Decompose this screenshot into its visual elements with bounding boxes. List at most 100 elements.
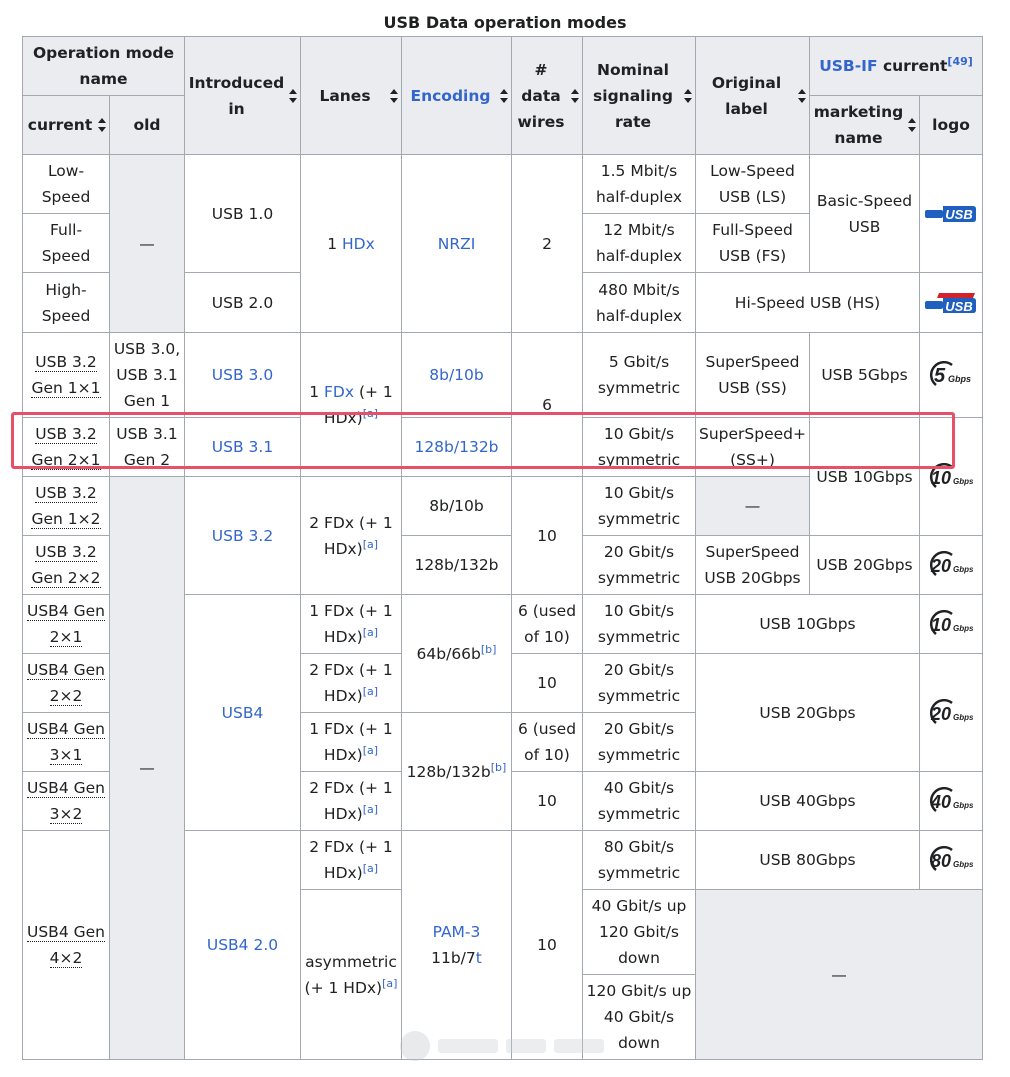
- watermark-logo-icon: [400, 1031, 430, 1061]
- usb32-link[interactable]: USB 3.2: [212, 527, 273, 545]
- usb4-link[interactable]: USB4: [222, 704, 264, 722]
- cell-rate: 20 Gbit/s symmetric: [582, 535, 696, 595]
- nrzi-link[interactable]: NRZI: [438, 235, 476, 253]
- cell-lanes: 2 FDx (+ 1 HDx)[a]: [300, 830, 402, 890]
- ref-b[interactable]: [b]: [491, 760, 507, 773]
- cell-logo: 20 Gbps: [919, 653, 983, 772]
- cell-rate: 80 Gbit/s symmetric: [582, 830, 696, 890]
- ref-a[interactable]: [a]: [382, 976, 397, 989]
- header-nominal-rate[interactable]: Nominal signaling rate: [582, 36, 696, 155]
- header-encoding[interactable]: Encoding: [401, 36, 512, 155]
- cell-old: —: [109, 154, 185, 333]
- cell-introduced: USB 2.0: [184, 272, 301, 333]
- cell-marketing: USB 5Gbps: [809, 332, 920, 418]
- fdx-link[interactable]: FDx: [324, 383, 354, 401]
- cell-marketing: Basic-Speed USB: [809, 154, 920, 273]
- cell-introduced: USB4: [184, 594, 301, 831]
- header-usbif-current: USB-IF current[49]: [809, 36, 983, 96]
- cell-lanes: asymmetric (+ 1 HDx)[a]: [300, 889, 402, 1060]
- cell-logo: 40 Gbps: [919, 771, 983, 831]
- cell-current: Low-Speed: [22, 154, 110, 214]
- usb30-link[interactable]: USB 3.0: [212, 366, 273, 384]
- cell-encoding: 64b/66b[b]: [401, 594, 512, 713]
- svg-text:Gbps: Gbps: [953, 860, 974, 869]
- pam3-link[interactable]: PAM-3: [433, 923, 481, 941]
- table-row: Low-Speed — USB 1.0 1 HDx NRZI 2 1.5 Mbi…: [22, 154, 983, 333]
- ref-b[interactable]: [b]: [481, 642, 497, 655]
- cell-introduced: USB 3.0: [184, 332, 301, 418]
- svg-text:Gbps: Gbps: [953, 477, 974, 486]
- cell-rate: 12 Mbit/s half-duplex: [582, 213, 696, 273]
- cell-rate: 480 Mbit/s half-duplex: [582, 272, 696, 333]
- ref-a[interactable]: [a]: [363, 862, 378, 875]
- sort-icon[interactable]: [390, 88, 398, 103]
- encoding-link[interactable]: Encoding: [411, 87, 491, 105]
- svg-text:Gbps: Gbps: [953, 624, 974, 633]
- 80gbps-logo-icon: 80 Gbps: [929, 846, 974, 871]
- sort-icon[interactable]: [684, 88, 692, 103]
- 20gbps-logo-icon: 20 Gbps: [929, 551, 974, 576]
- ref-a[interactable]: [a]: [363, 685, 378, 698]
- cell-logo: USB: [919, 154, 983, 273]
- cell-lanes: 1 FDx (+ 1 HDx)[a]: [300, 712, 402, 772]
- cell-wires: 10: [511, 476, 583, 595]
- header-old: old: [109, 95, 185, 155]
- usbif-link[interactable]: USB-IF: [819, 57, 877, 75]
- sort-icon[interactable]: [798, 88, 806, 103]
- svg-text:5: 5: [934, 365, 946, 387]
- header-original-label[interactable]: Original label: [695, 36, 810, 155]
- cell-lanes: 2 FDx (+ 1 HDx)[a]: [300, 771, 402, 831]
- svg-text:Gbps: Gbps: [953, 801, 974, 810]
- svg-text:10: 10: [931, 468, 951, 488]
- cell-logo: 20 Gbps: [919, 535, 983, 595]
- header-introduced-in[interactable]: Introduced in: [184, 36, 301, 155]
- sort-icon[interactable]: [571, 88, 579, 103]
- cell-current: USB4 Gen 3×1: [22, 712, 110, 772]
- cell-rate: 40 Gbit/s symmetric: [582, 771, 696, 831]
- 20gbps-logo-icon: 20 Gbps: [929, 698, 974, 724]
- svg-text:20: 20: [930, 556, 951, 576]
- cell-label-marketing-logo: —: [695, 889, 983, 1060]
- ref-49[interactable]: [49]: [947, 55, 972, 68]
- cell-rate: 5 Gbit/s symmetric: [582, 332, 696, 418]
- cell-current: USB 3.2 Gen 1×2: [22, 476, 110, 536]
- ref-a[interactable]: [a]: [363, 803, 378, 816]
- cell-label-marketing: USB 80Gbps: [695, 830, 920, 890]
- cell-current: USB4 Gen 4×2: [22, 830, 110, 1060]
- ref-a[interactable]: [a]: [363, 626, 378, 639]
- usb4-20-link[interactable]: USB4 2.0: [207, 936, 278, 954]
- cell-current: USB4 Gen 2×2: [22, 653, 110, 713]
- header-current[interactable]: current: [22, 95, 110, 155]
- sort-icon[interactable]: [289, 88, 297, 103]
- 8b10b-link[interactable]: 8b/10b: [429, 366, 484, 384]
- cell-label-marketing: Hi-Speed USB (HS): [695, 272, 920, 333]
- table-caption: USB Data operation modes: [383, 13, 627, 32]
- 10gbps-logo-icon: 10 Gbps: [929, 610, 974, 635]
- header-lanes[interactable]: Lanes: [300, 36, 402, 155]
- svg-text:20: 20: [930, 704, 951, 724]
- cell-old: USB 3.0, USB 3.1 Gen 1: [109, 332, 185, 418]
- cell-wires: 2: [511, 154, 583, 333]
- cell-current: USB 3.2 Gen 2×2: [22, 535, 110, 595]
- usb-basic-logo-icon: USB: [925, 206, 976, 222]
- ref-a[interactable]: [a]: [363, 744, 378, 757]
- hdx-link[interactable]: HDx: [342, 235, 375, 253]
- usb-hispeed-logo-icon: USB: [925, 293, 976, 314]
- sort-icon[interactable]: [908, 118, 916, 132]
- sort-icon[interactable]: [98, 118, 106, 132]
- cell-introduced: USB 1.0: [184, 154, 301, 273]
- cell-label: SuperSpeed USB (SS): [695, 332, 810, 418]
- cell-rate: 1.5 Mbit/s half-duplex: [582, 154, 696, 214]
- sort-icon[interactable]: [500, 88, 508, 103]
- trit-link[interactable]: t: [476, 949, 482, 967]
- svg-text:40: 40: [930, 792, 951, 812]
- header-marketing-name[interactable]: marketing name: [809, 95, 920, 155]
- table-row: USB 3.2 Gen 1×1 USB 3.0, USB 3.1 Gen 1 U…: [22, 332, 983, 477]
- svg-text:Gbps: Gbps: [948, 374, 971, 384]
- cell-current: High-Speed: [22, 272, 110, 333]
- cell-logo: USB: [919, 272, 983, 333]
- header-data-wires[interactable]: # data wires: [511, 36, 583, 155]
- cell-introduced: USB 3.2: [184, 476, 301, 595]
- svg-text:Gbps: Gbps: [953, 713, 974, 722]
- ref-a[interactable]: [a]: [363, 537, 378, 550]
